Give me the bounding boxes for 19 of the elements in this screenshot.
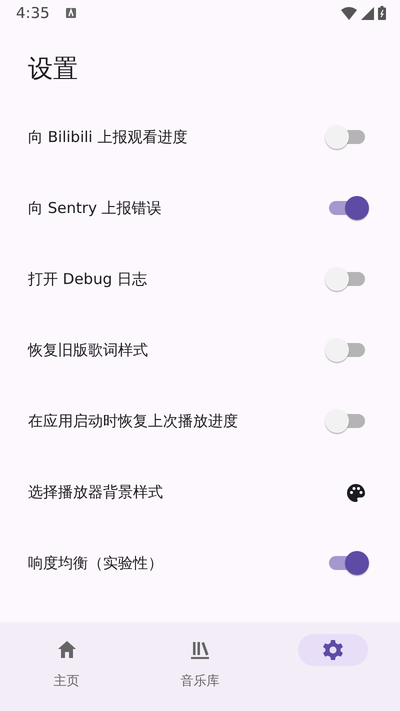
notification-icon	[66, 8, 76, 18]
setting-label: 打开 Debug 日志	[28, 269, 147, 290]
setting-label: 在应用启动时恢复上次播放进度	[28, 411, 238, 432]
settings-icon	[322, 639, 344, 661]
palette-icon[interactable]	[346, 482, 366, 502]
nav-tab[interactable]: 主页	[0, 622, 134, 711]
setting-label: 响度均衡（实验性）	[28, 553, 163, 574]
signal-icon	[361, 6, 374, 20]
setting-label: 选择播放器背景样式	[28, 482, 163, 504]
setting-label: 向 Sentry 上报错误	[28, 198, 162, 220]
setting-label: 向 Bilibili 上报观看进度	[28, 127, 188, 148]
page-title: 设置	[28, 53, 78, 86]
status-time: 4:35	[16, 2, 50, 24]
nav-tab[interactable]: 音乐库	[133, 622, 267, 711]
home-icon	[56, 639, 78, 661]
wifi-icon	[341, 6, 357, 20]
library-icon	[188, 639, 211, 661]
battery-icon	[378, 6, 386, 20]
setting-label: 恢复旧版歌词样式	[28, 340, 148, 362]
